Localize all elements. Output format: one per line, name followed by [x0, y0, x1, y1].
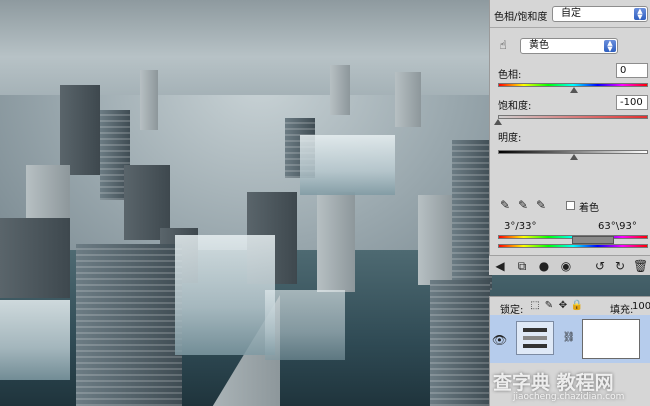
building — [76, 244, 182, 406]
reset-icon[interactable]: ↻ — [613, 259, 627, 273]
channel-select[interactable]: 黄色 ▲ ▼ — [520, 38, 618, 54]
preset-label: 色相/饱和度 — [494, 12, 548, 23]
lock-transparent-icon[interactable]: ⬚ — [528, 299, 542, 313]
waterfall — [265, 290, 345, 360]
color-range-selector[interactable] — [572, 236, 614, 244]
building — [452, 140, 492, 290]
lightness-slider-thumb[interactable] — [570, 154, 578, 160]
waterfall — [0, 300, 70, 380]
previous-state-icon[interactable]: ↺ — [593, 259, 607, 273]
saturation-slider[interactable] — [498, 115, 648, 119]
hand-adjust-icon[interactable]: ☝ — [496, 38, 510, 52]
watermark: 查字典 教程网 jiaocheng.chazidian.com — [493, 368, 650, 406]
trash-icon[interactable]: 🗑 — [633, 259, 648, 273]
building — [140, 70, 158, 130]
lightness-label: 明度: — [498, 133, 522, 144]
building — [60, 85, 100, 175]
range-left-label: 3°/33° — [504, 221, 537, 232]
watermark-text: 查字典 教程网 — [493, 372, 614, 394]
lock-icon[interactable]: 🔒 — [570, 299, 584, 313]
adjustment-layer-thumbnail — [516, 321, 554, 355]
waterfall — [175, 235, 275, 355]
building — [317, 192, 355, 292]
chain-link-icon[interactable]: ⛓ — [562, 331, 576, 345]
eyedropper-plus-icon[interactable]: ✎ — [516, 198, 530, 212]
preset-select[interactable]: 自定 ▲ ▼ — [552, 6, 648, 22]
clip-layer-icon[interactable]: ⧉ — [515, 259, 529, 273]
eye-icon[interactable]: ◉ — [559, 259, 573, 273]
panel-toolbar: ◀ ⧉ ● ◉ ↺ ↻ 🗑 — [489, 255, 650, 275]
building — [0, 218, 70, 298]
saturation-slider-thumb[interactable] — [494, 119, 502, 125]
color-range-bar-bottom — [498, 244, 648, 248]
saturation-label: 饱和度: — [498, 101, 532, 112]
layer-visibility-icon[interactable]: ● — [537, 259, 551, 273]
watermark-url: jiaocheng.chazidian.com — [513, 392, 625, 402]
lock-paint-icon[interactable]: ✎ — [542, 299, 556, 313]
preset-value: 自定 — [561, 8, 581, 19]
eyedropper-icon[interactable]: ✎ — [498, 198, 512, 212]
lock-label: 锁定: — [500, 305, 524, 316]
range-right-label: 63°\93° — [598, 221, 637, 232]
hue-input[interactable]: 0 — [616, 63, 648, 78]
hue-label: 色相: — [498, 70, 522, 81]
waterfall — [300, 135, 395, 195]
hue-slider-thumb[interactable] — [570, 87, 578, 93]
chevron-updown-icon: ▲ ▼ — [604, 40, 616, 53]
back-arrow-icon[interactable]: ◀ — [493, 259, 507, 273]
building — [395, 72, 421, 127]
chevron-updown-icon: ▲ ▼ — [634, 8, 646, 21]
colorize-label: 着色 — [579, 203, 599, 214]
eyedropper-minus-icon[interactable]: ✎ — [534, 198, 548, 212]
building — [430, 280, 490, 406]
saturation-input[interactable]: -100 — [616, 95, 648, 110]
colorize-checkbox[interactable] — [566, 201, 575, 210]
channel-value: 黄色 — [529, 40, 549, 51]
building — [418, 195, 454, 285]
eye-icon[interactable]: 👁 — [492, 333, 507, 347]
building — [330, 65, 350, 115]
fill-value[interactable]: 100 — [632, 301, 650, 312]
fill-label: 填充: — [610, 305, 634, 316]
hue-saturation-panel: 色相/饱和度 自定 ▲ ▼ ☝ 黄色 ▲ ▼ 色相: 0 饱和度: -100 明度:… — [489, 0, 650, 275]
layer-mask-thumbnail[interactable] — [582, 319, 640, 359]
lock-position-icon[interactable]: ✥ — [556, 299, 570, 313]
